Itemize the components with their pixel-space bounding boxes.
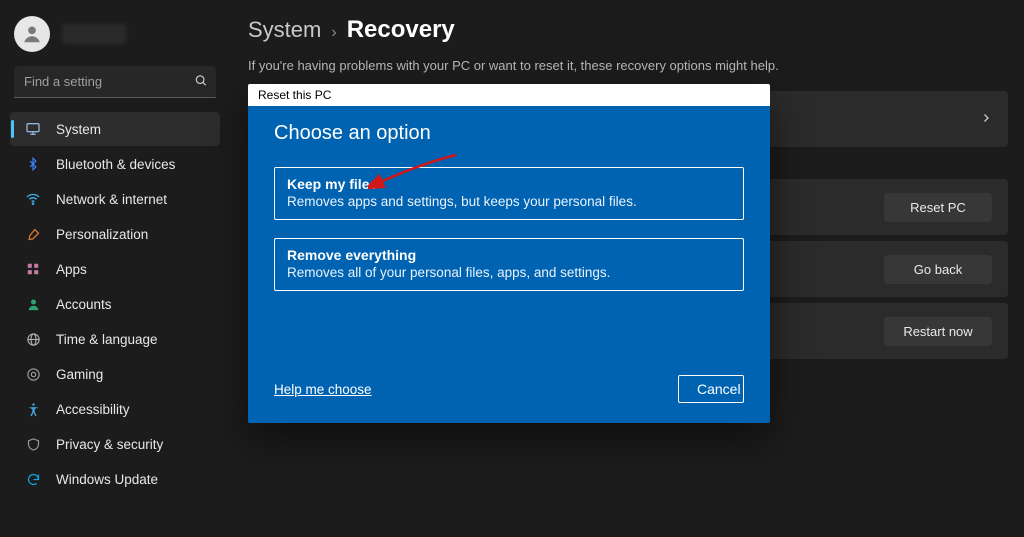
nav-item-time-language[interactable]: Time & language	[10, 322, 220, 356]
nav-item-personalization[interactable]: Personalization	[10, 217, 220, 251]
dialog-titlebar: Reset this PC	[248, 84, 770, 106]
nav-label: Bluetooth & devices	[56, 157, 175, 172]
page-subtitle: If you're having problems with your PC o…	[248, 58, 1008, 73]
option-keep-my-files[interactable]: Keep my files Removes apps and settings,…	[274, 167, 744, 220]
nav-label: Accessibility	[56, 402, 130, 417]
chevron-right-icon: ›	[331, 24, 336, 42]
nav-item-bluetooth[interactable]: Bluetooth & devices	[10, 147, 220, 181]
person-icon	[21, 23, 43, 45]
page-title: Recovery	[347, 16, 455, 44]
shield-icon	[24, 435, 42, 453]
brush-icon	[24, 225, 42, 243]
wifi-icon	[24, 190, 42, 208]
reset-pc-button[interactable]: Reset PC	[884, 193, 992, 222]
nav-item-windows-update[interactable]: Windows Update	[10, 462, 220, 496]
globe-icon	[24, 330, 42, 348]
option-title: Keep my files	[287, 176, 731, 192]
nav-label: Time & language	[56, 332, 158, 347]
nav-item-accessibility[interactable]: Accessibility	[10, 392, 220, 426]
nav-label: Windows Update	[56, 472, 158, 487]
apps-icon	[24, 260, 42, 278]
dialog-title: Reset this PC	[258, 88, 331, 102]
nav-item-system[interactable]: System	[10, 112, 220, 146]
system-icon	[24, 120, 42, 138]
nav-item-apps[interactable]: Apps	[10, 252, 220, 286]
breadcrumb-parent[interactable]: System	[248, 17, 321, 43]
restart-now-button[interactable]: Restart now	[884, 317, 992, 346]
dialog-footer: Help me choose Cancel	[274, 375, 744, 403]
nav-item-accounts[interactable]: Accounts	[10, 287, 220, 321]
dialog-body: Choose an option Keep my files Removes a…	[248, 106, 770, 423]
update-icon	[24, 470, 42, 488]
avatar	[14, 16, 50, 52]
chevron-right-icon	[980, 111, 992, 127]
bluetooth-icon	[24, 155, 42, 173]
option-desc: Removes apps and settings, but keeps you…	[287, 194, 731, 209]
nav-item-privacy[interactable]: Privacy & security	[10, 427, 220, 461]
search-input[interactable]	[14, 66, 216, 98]
user-name-redacted	[62, 24, 126, 44]
search-container	[14, 66, 216, 98]
nav-label: Apps	[56, 262, 87, 277]
dialog-heading: Choose an option	[274, 122, 744, 145]
nav-item-network[interactable]: Network & internet	[10, 182, 220, 216]
account-icon	[24, 295, 42, 313]
help-me-choose-link[interactable]: Help me choose	[274, 382, 372, 397]
go-back-button[interactable]: Go back	[884, 255, 992, 284]
nav-list: System Bluetooth & devices Network & int…	[8, 112, 222, 496]
search-icon	[194, 74, 208, 91]
settings-sidebar: System Bluetooth & devices Network & int…	[0, 0, 230, 537]
option-title: Remove everything	[287, 247, 731, 263]
nav-item-gaming[interactable]: Gaming	[10, 357, 220, 391]
option-desc: Removes all of your personal files, apps…	[287, 265, 731, 280]
option-remove-everything[interactable]: Remove everything Removes all of your pe…	[274, 238, 744, 291]
nav-label: Personalization	[56, 227, 148, 242]
reset-pc-dialog: Reset this PC Choose an option Keep my f…	[248, 84, 770, 423]
breadcrumb: System › Recovery	[248, 14, 1008, 54]
gaming-icon	[24, 365, 42, 383]
cancel-button[interactable]: Cancel	[678, 375, 744, 403]
nav-label: Network & internet	[56, 192, 167, 207]
user-profile-row[interactable]	[8, 10, 222, 66]
nav-label: Accounts	[56, 297, 112, 312]
nav-label: Privacy & security	[56, 437, 163, 452]
nav-label: System	[56, 122, 101, 137]
nav-label: Gaming	[56, 367, 103, 382]
accessibility-icon	[24, 400, 42, 418]
